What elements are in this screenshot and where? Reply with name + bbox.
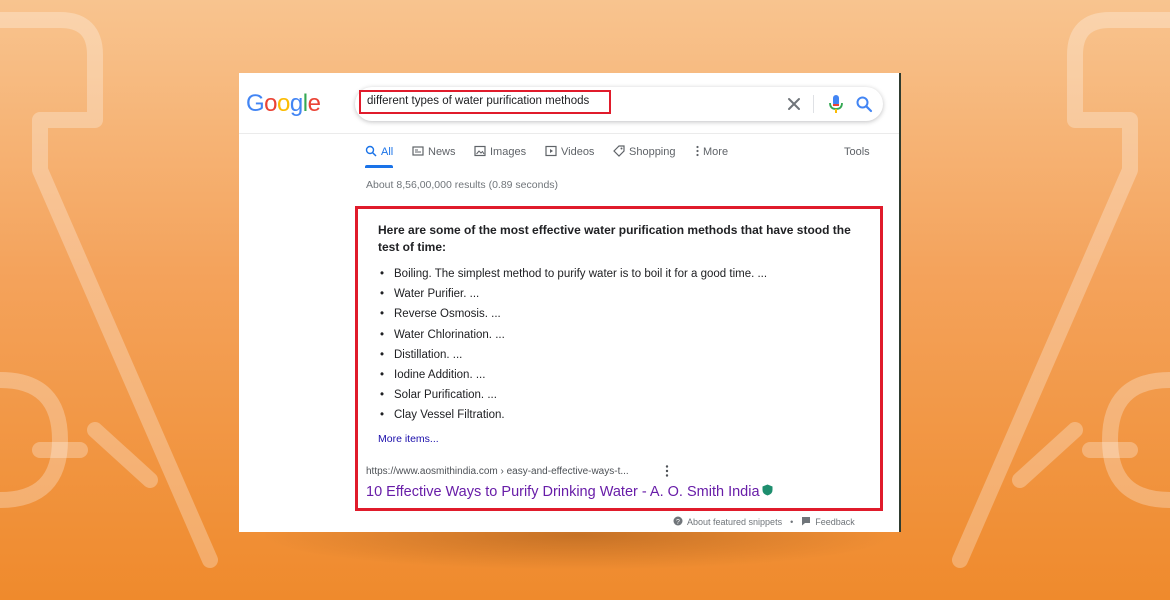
result-title: 10 Effective Ways to Purify Drinking Wat…	[366, 484, 760, 500]
tab-news-label: News	[428, 146, 456, 158]
help-icon: ?	[673, 516, 683, 526]
list-item: Distillation. ...	[380, 345, 767, 365]
source-url[interactable]: https://www.aosmithindia.com › easy-and-…	[366, 465, 629, 479]
tab-images-label: Images	[490, 146, 527, 158]
list-item: Clay Vessel Filtration.	[380, 405, 767, 425]
snippet-footer: ? About featured snippets • Feedback	[673, 516, 855, 528]
active-tab-indicator	[365, 165, 393, 168]
list-item: Solar Purification. ...	[380, 385, 767, 405]
method-list: Boiling. The simplest method to purify w…	[380, 264, 767, 426]
about-featured-snippets-link[interactable]: About featured snippets	[687, 517, 782, 527]
search-icon[interactable]	[855, 95, 873, 113]
tab-all-label: All	[381, 146, 394, 158]
results-stats: About 8,56,00,000 results (0.89 seconds)	[366, 179, 559, 191]
tab-videos-label: Videos	[561, 146, 595, 158]
tab-more[interactable]: More	[695, 143, 728, 167]
more-items-link[interactable]: More items...	[378, 431, 439, 447]
feedback-icon	[802, 517, 811, 526]
feedback-link[interactable]: Feedback	[815, 517, 855, 527]
more-options-icon[interactable]	[664, 464, 670, 478]
news-icon	[412, 146, 424, 156]
google-logo[interactable]: Google	[246, 89, 321, 119]
snippet-heading: Here are some of the most effective wate…	[378, 223, 851, 254]
list-item: Iodine Addition. ...	[380, 365, 767, 385]
video-icon	[545, 145, 557, 157]
logo-letter: G	[246, 90, 265, 117]
tab-videos[interactable]: Videos	[545, 143, 594, 167]
tab-images[interactable]: Images	[474, 143, 526, 167]
search-header: Google different types of water purifica…	[239, 73, 899, 168]
search-bar[interactable]: different types of water purification me…	[355, 87, 883, 121]
list-item: Water Chlorination. ...	[380, 325, 767, 345]
footer-separator: •	[790, 517, 794, 527]
logo-letter: g	[289, 90, 303, 117]
image-icon	[474, 145, 486, 157]
mic-icon[interactable]	[827, 94, 845, 114]
close-icon[interactable]	[785, 95, 803, 113]
featured-snippet: Here are some of the most effective wate…	[355, 206, 883, 511]
list-item: Water Purifier. ...	[380, 284, 767, 304]
list-item: Boiling. The simplest method to purify w…	[380, 264, 767, 284]
result-title-link[interactable]: 10 Effective Ways to Purify Drinking Wat…	[366, 483, 773, 502]
search-bar-divider	[813, 95, 814, 113]
verified-shield-icon	[762, 484, 773, 496]
tab-shopping[interactable]: Shopping	[613, 143, 676, 167]
tools-button[interactable]: Tools	[844, 143, 870, 161]
browser-window: Google different types of water purifica…	[239, 73, 901, 532]
logo-letter: o	[264, 90, 278, 117]
tab-all[interactable]: All	[365, 143, 393, 167]
search-input[interactable]: different types of water purification me…	[359, 90, 611, 114]
search-icon	[365, 145, 377, 157]
logo-letter: o	[277, 90, 290, 117]
tab-more-label: More	[703, 146, 729, 158]
svg-text:?: ?	[676, 519, 680, 526]
tag-icon	[613, 145, 625, 157]
logo-letter: e	[307, 90, 321, 117]
dots-vertical-icon	[696, 145, 699, 157]
tab-shopping-label: Shopping	[629, 146, 676, 158]
tab-news[interactable]: News	[412, 143, 456, 167]
list-item: Reverse Osmosis. ...	[380, 304, 767, 324]
